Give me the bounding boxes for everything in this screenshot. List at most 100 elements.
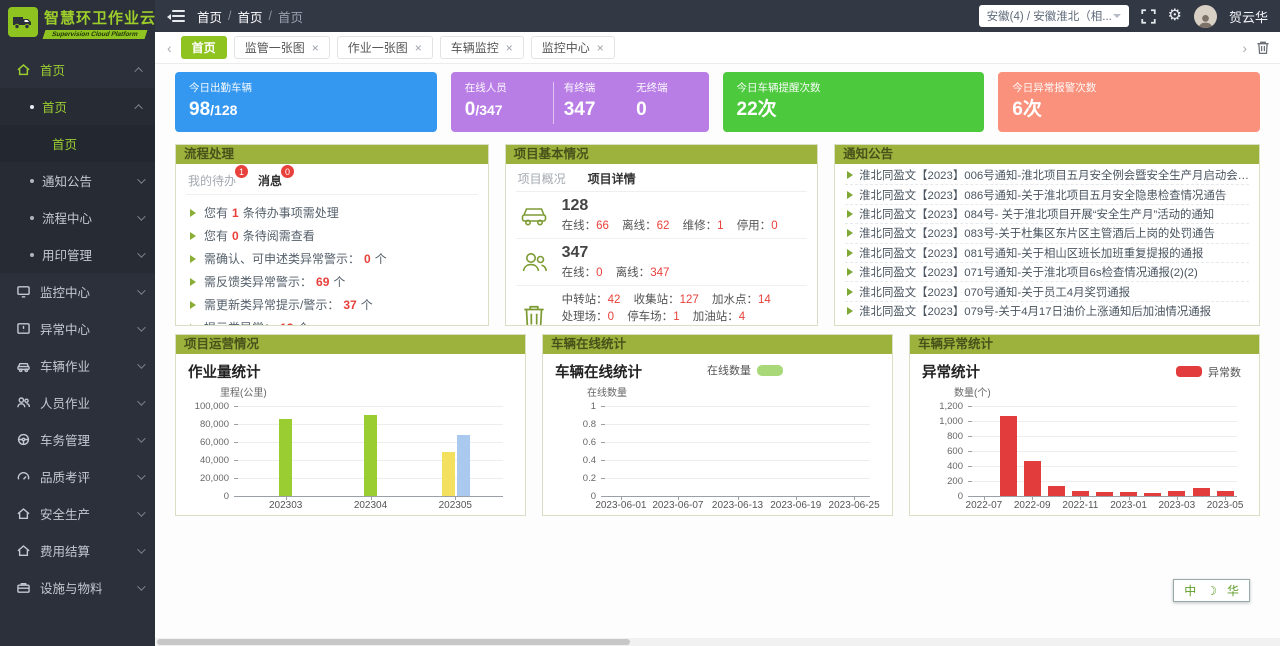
- y-tick-mark: [601, 406, 605, 407]
- sidebar-item-personnel-ops[interactable]: 人员作业: [0, 384, 155, 421]
- bullet-icon: [30, 253, 34, 257]
- y-axis-label: 在线数量: [553, 384, 882, 399]
- sidebar-item-vehicle-ops[interactable]: 车辆作业: [0, 347, 155, 384]
- tab-home[interactable]: 首页: [181, 36, 227, 59]
- truck-logo-icon: [8, 7, 38, 37]
- chevron-down-icon: [137, 397, 145, 405]
- bullet-icon: [30, 105, 34, 109]
- chart-bar: [442, 452, 455, 496]
- arrow-right-icon: [847, 268, 853, 276]
- avatar[interactable]: [1194, 5, 1217, 28]
- abnormal-bar-chart: 02004006008001,0001,2002022-072022-09202…: [920, 400, 1249, 515]
- scrollbar-thumb[interactable]: [157, 639, 630, 645]
- collapse-sidebar-icon[interactable]: [167, 10, 185, 22]
- gridline: [605, 424, 870, 425]
- sidebar-menu: 首页 首页 首页 通知公告 流程中心 用印管理: [0, 51, 155, 606]
- panel-operation-stats: 项目运营情况 作业量统计 里程(公里) 020,00040,00060,0008…: [175, 334, 526, 516]
- ime-mode-key[interactable]: 华: [1227, 582, 1239, 599]
- tab-vehicle-monitor[interactable]: 车辆监控×: [440, 36, 524, 59]
- sidebar-item-facilities[interactable]: 设施与物料: [0, 569, 155, 606]
- arrow-right-icon: [847, 249, 853, 257]
- arrow-right-icon: [190, 209, 196, 217]
- arrow-right-icon: [847, 171, 853, 179]
- sidebar-item-quality-eval[interactable]: 品质考评: [0, 458, 155, 495]
- sidebar-item-seal-mgmt[interactable]: 用印管理: [0, 236, 155, 273]
- arrow-right-icon: [847, 210, 853, 218]
- chevron-down-icon: [137, 545, 145, 553]
- fullscreen-icon[interactable]: [1141, 9, 1156, 24]
- tab-project-overview[interactable]: 项目概况: [518, 170, 566, 187]
- list-item[interactable]: 需更新类异常提示/警示：37个: [186, 293, 478, 316]
- close-icon[interactable]: ×: [597, 42, 604, 54]
- username[interactable]: 贺云华: [1229, 7, 1268, 26]
- sidebar-item-safety[interactable]: 安全生产: [0, 495, 155, 532]
- topbar: 首页 / 首页 / 首页 安徽(4) / 安徽淮北（相... ⚙ 贺云华: [155, 0, 1280, 32]
- notice-item[interactable]: 淮北同盈文【2023】084号- 关于淮北项目开展“安全生产月”活动的通知: [845, 205, 1249, 224]
- sidebar-item-home[interactable]: 首页: [0, 51, 155, 88]
- breadcrumb-item[interactable]: 首页: [238, 7, 263, 26]
- briefcase-icon: [16, 580, 31, 595]
- sidebar-item-settlement[interactable]: 费用结算: [0, 532, 155, 569]
- badge: 1: [235, 165, 248, 178]
- tab-my-todo[interactable]: 我的待办1: [188, 172, 236, 189]
- chevron-down-icon: [1113, 14, 1121, 18]
- notice-item[interactable]: 淮北同盈文【2023】086号通知-关于淮北项目五月安全隐患检查情况通告: [845, 185, 1249, 204]
- app-root: 智慧环卫作业云 Supervision Cloud Platform 首页 首页…: [0, 0, 1280, 646]
- sidebar-item-process-center[interactable]: 流程中心: [0, 199, 155, 236]
- notice-item[interactable]: 淮北同盈文【2023】006号通知-淮北项目五月安全例会暨安全生产月启动会…: [845, 166, 1249, 185]
- notice-item[interactable]: 淮北同盈文【2023】079号-关于4月17日油价上涨通知后加油情况通报: [845, 302, 1249, 321]
- sidebar-item-abnormal-center[interactable]: 异常中心: [0, 310, 155, 347]
- close-icon[interactable]: ×: [415, 42, 422, 54]
- tab-project-detail[interactable]: 项目详情: [588, 170, 636, 187]
- list-item[interactable]: 提示类异常：13个: [186, 316, 478, 325]
- y-tick-mark: [601, 478, 605, 479]
- close-icon[interactable]: ×: [506, 42, 513, 54]
- chevron-down-icon: [137, 360, 145, 368]
- chevron-down-icon: [137, 508, 145, 516]
- ime-language-key[interactable]: 中: [1184, 582, 1196, 599]
- y-axis-tick: 800: [920, 431, 963, 442]
- sidebar-item-fleet-mgmt[interactable]: 车务管理: [0, 421, 155, 458]
- ime-moon-icon[interactable]: ☽: [1206, 584, 1217, 598]
- list-item[interactable]: 需反馈类异常警示：69个: [186, 270, 478, 293]
- arrow-right-icon: [190, 324, 196, 326]
- y-tick-mark: [968, 466, 972, 467]
- notice-item[interactable]: 淮北同盈文【2023】071号通知-关于淮北项目6s检查情况通报(2)(2): [845, 263, 1249, 282]
- panel-notices: 通知公告 淮北同盈文【2023】006号通知-淮北项目五月安全例会暨安全生产月启…: [834, 144, 1260, 326]
- chevron-down-icon: [137, 175, 145, 183]
- org-select[interactable]: 安徽(4) / 安徽淮北（相...: [979, 5, 1129, 27]
- panel-title: 项目运营情况: [176, 335, 525, 354]
- stat-cards: 今日出勤车辆 98/128 在线人员 0/347 有终端 347 无终端: [175, 72, 1260, 132]
- tab-monitor-center[interactable]: 监控中心×: [531, 36, 615, 59]
- list-item[interactable]: 您有1条待办事项需处理: [186, 201, 478, 224]
- y-axis-tick: 200: [920, 476, 963, 487]
- gear-icon[interactable]: ⚙: [1168, 8, 1182, 24]
- ime-toolbar[interactable]: 中 ☽ 华: [1173, 579, 1250, 602]
- notice-item[interactable]: 淮北同盈文【2023】070号通知-关于员工4月奖罚通报: [845, 282, 1249, 301]
- chevron-down-icon: [137, 212, 145, 220]
- sidebar-item-home-leaf[interactable]: 首页: [0, 125, 155, 162]
- tabs-scroll-right-icon[interactable]: ›: [1240, 41, 1249, 55]
- notice-item[interactable]: 淮北同盈文【2023】083号-关于杜集区东片区主管酒后上岗的处罚通告: [845, 224, 1249, 243]
- gauge-icon: [16, 469, 31, 484]
- sidebar-item-home-sub[interactable]: 首页: [0, 88, 155, 125]
- car-icon: [518, 202, 550, 228]
- close-icon[interactable]: ×: [312, 42, 319, 54]
- y-axis-tick: 1,200: [920, 401, 963, 412]
- tabs-scroll-left-icon[interactable]: ‹: [165, 41, 174, 55]
- trash-icon[interactable]: [1256, 40, 1270, 55]
- chart-legend[interactable]: 在线数量: [707, 362, 783, 378]
- sidebar-item-notices[interactable]: 通知公告: [0, 162, 155, 199]
- list-item[interactable]: 您有0条待阅需查看: [186, 224, 478, 247]
- sidebar-item-monitor-center[interactable]: 监控中心: [0, 273, 155, 310]
- tab-operation-map[interactable]: 作业一张图×: [337, 36, 433, 59]
- facility-summary: 中转站：42 收集站：127 加水点：14 处理场：0 停车场：1 加油站：4: [516, 286, 808, 325]
- notice-item[interactable]: 淮北同盈文【2023】081号通知-关于相山区班长加班重复提报的通报: [845, 244, 1249, 263]
- tab-supervision-map[interactable]: 监管一张图×: [234, 36, 330, 59]
- legend-swatch: [757, 365, 783, 376]
- y-axis-tick: 80,000: [186, 419, 229, 430]
- chart-legend[interactable]: 异常数: [1176, 364, 1241, 380]
- tab-messages[interactable]: 消息0: [258, 172, 282, 189]
- list-item[interactable]: 需确认、可申述类异常警示：0个: [186, 247, 478, 270]
- breadcrumb-item[interactable]: 首页: [197, 7, 222, 26]
